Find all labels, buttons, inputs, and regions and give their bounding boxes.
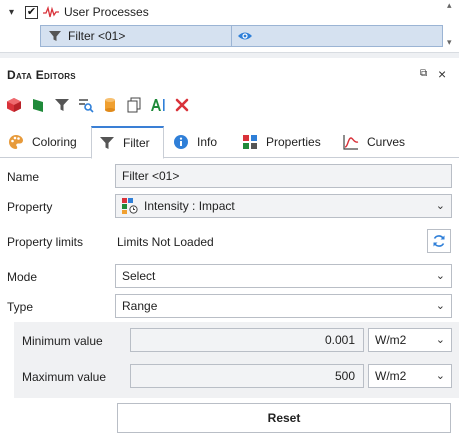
refresh-icon xyxy=(433,235,445,247)
tab-coloring-label: Coloring xyxy=(32,135,77,149)
panel-header: Data Editors ⧉ × xyxy=(0,58,459,90)
chevron-down-icon: ⌄ xyxy=(435,334,445,346)
chevron-down-icon: ⌄ xyxy=(435,270,445,282)
mode-label: Mode xyxy=(7,270,38,284)
cube-red-icon[interactable] xyxy=(4,95,24,115)
mode-value: Select xyxy=(122,269,156,283)
filter-icon xyxy=(100,137,114,149)
tab-properties[interactable]: Properties xyxy=(242,126,321,158)
chevron-down-icon: ⌄ xyxy=(435,370,445,382)
chevron-down-icon: ⌄ xyxy=(435,200,445,212)
user-processes-checkbox[interactable]: ✔ xyxy=(25,5,38,19)
property-select[interactable]: Intensity : Impact ⌄ xyxy=(115,194,452,218)
property-label: Property xyxy=(7,200,53,214)
cylinder-icon[interactable] xyxy=(100,95,120,115)
mode-select[interactable]: Select ⌄ xyxy=(115,264,452,288)
reset-button[interactable]: Reset xyxy=(117,403,451,433)
name-label: Name xyxy=(7,170,40,184)
maximum-unit-value: W/m2 xyxy=(375,369,407,383)
tab-properties-label: Properties xyxy=(266,135,321,149)
minimum-value-input[interactable]: 0.001 xyxy=(130,328,364,352)
column-divider xyxy=(231,26,232,46)
tab-coloring[interactable]: Coloring xyxy=(8,126,77,158)
property-limits-value: Limits Not Loaded xyxy=(117,235,214,249)
palette-icon xyxy=(9,135,23,149)
name-input[interactable]: Filter <01> xyxy=(115,164,452,188)
tab-filter-label: Filter xyxy=(123,136,150,150)
type-select[interactable]: Range ⌄ xyxy=(115,294,452,318)
tree-row-filter-01[interactable]: Filter <01> xyxy=(40,25,443,47)
data-editors-window: ▾ ✔ User Processes Filter <01> ▴ ▾ Data … xyxy=(0,0,459,442)
visibility-eye-icon[interactable] xyxy=(237,29,253,43)
query-icon[interactable] xyxy=(76,95,96,115)
text-label-icon[interactable] xyxy=(148,95,168,115)
editor-toolbar xyxy=(0,90,459,120)
expand-chevron-icon[interactable]: ▾ xyxy=(9,7,21,18)
tab-curves-label: Curves xyxy=(367,135,406,149)
curves-icon xyxy=(343,135,359,150)
property-value: Intensity : Impact xyxy=(144,199,235,213)
tab-info-label: Info xyxy=(197,135,218,149)
filter-icon[interactable] xyxy=(52,95,72,115)
tree-row-user-processes[interactable]: ▾ ✔ User Processes xyxy=(0,2,149,22)
tab-info[interactable]: Info xyxy=(173,126,217,158)
panel-title: Data Editors xyxy=(7,68,76,82)
tab-curves[interactable]: Curves xyxy=(343,126,405,158)
chevron-down-icon: ⌄ xyxy=(435,300,445,312)
tab-filter[interactable]: Filter xyxy=(91,126,164,159)
type-label: Type xyxy=(7,300,34,314)
maximum-value-label: Maximum value xyxy=(22,370,107,384)
property-limits-label: Property limits xyxy=(7,235,84,249)
minimum-unit-select[interactable]: W/m2 ⌄ xyxy=(368,328,452,352)
scroll-down-icon[interactable]: ▾ xyxy=(447,37,452,48)
properties-icon xyxy=(243,135,257,149)
close-panel-icon[interactable]: × xyxy=(438,66,446,82)
maximum-value: 500 xyxy=(334,369,355,383)
intensity-property-icon xyxy=(122,198,138,214)
maximum-value-input[interactable]: 500 xyxy=(130,364,364,388)
info-icon xyxy=(174,135,188,149)
refresh-limits-button[interactable] xyxy=(427,229,451,253)
minimum-value-label: Minimum value xyxy=(22,334,103,348)
signal-wave-icon xyxy=(43,6,59,18)
filter-form: Name Filter <01> Property Intensity : Im… xyxy=(0,158,459,442)
copy-icon[interactable] xyxy=(124,95,144,115)
type-value: Range xyxy=(122,299,158,313)
user-processes-label: User Processes xyxy=(64,5,149,19)
delete-icon[interactable] xyxy=(172,95,192,115)
editor-tabs: Coloring Filter Info Properties Curves xyxy=(0,126,459,159)
filter-item-label: Filter <01> xyxy=(68,29,126,43)
name-value: Filter <01> xyxy=(122,169,180,183)
maximum-unit-select[interactable]: W/m2 ⌄ xyxy=(368,364,452,388)
flag-green-icon[interactable] xyxy=(28,95,48,115)
process-tree: ▾ ✔ User Processes Filter <01> ▴ ▾ xyxy=(0,0,459,52)
scroll-up-icon[interactable]: ▴ xyxy=(447,0,452,11)
float-window-icon[interactable]: ⧉ xyxy=(420,68,432,80)
minimum-value: 0.001 xyxy=(324,333,355,347)
filter-icon xyxy=(49,31,61,41)
minimum-unit-value: W/m2 xyxy=(375,333,407,347)
